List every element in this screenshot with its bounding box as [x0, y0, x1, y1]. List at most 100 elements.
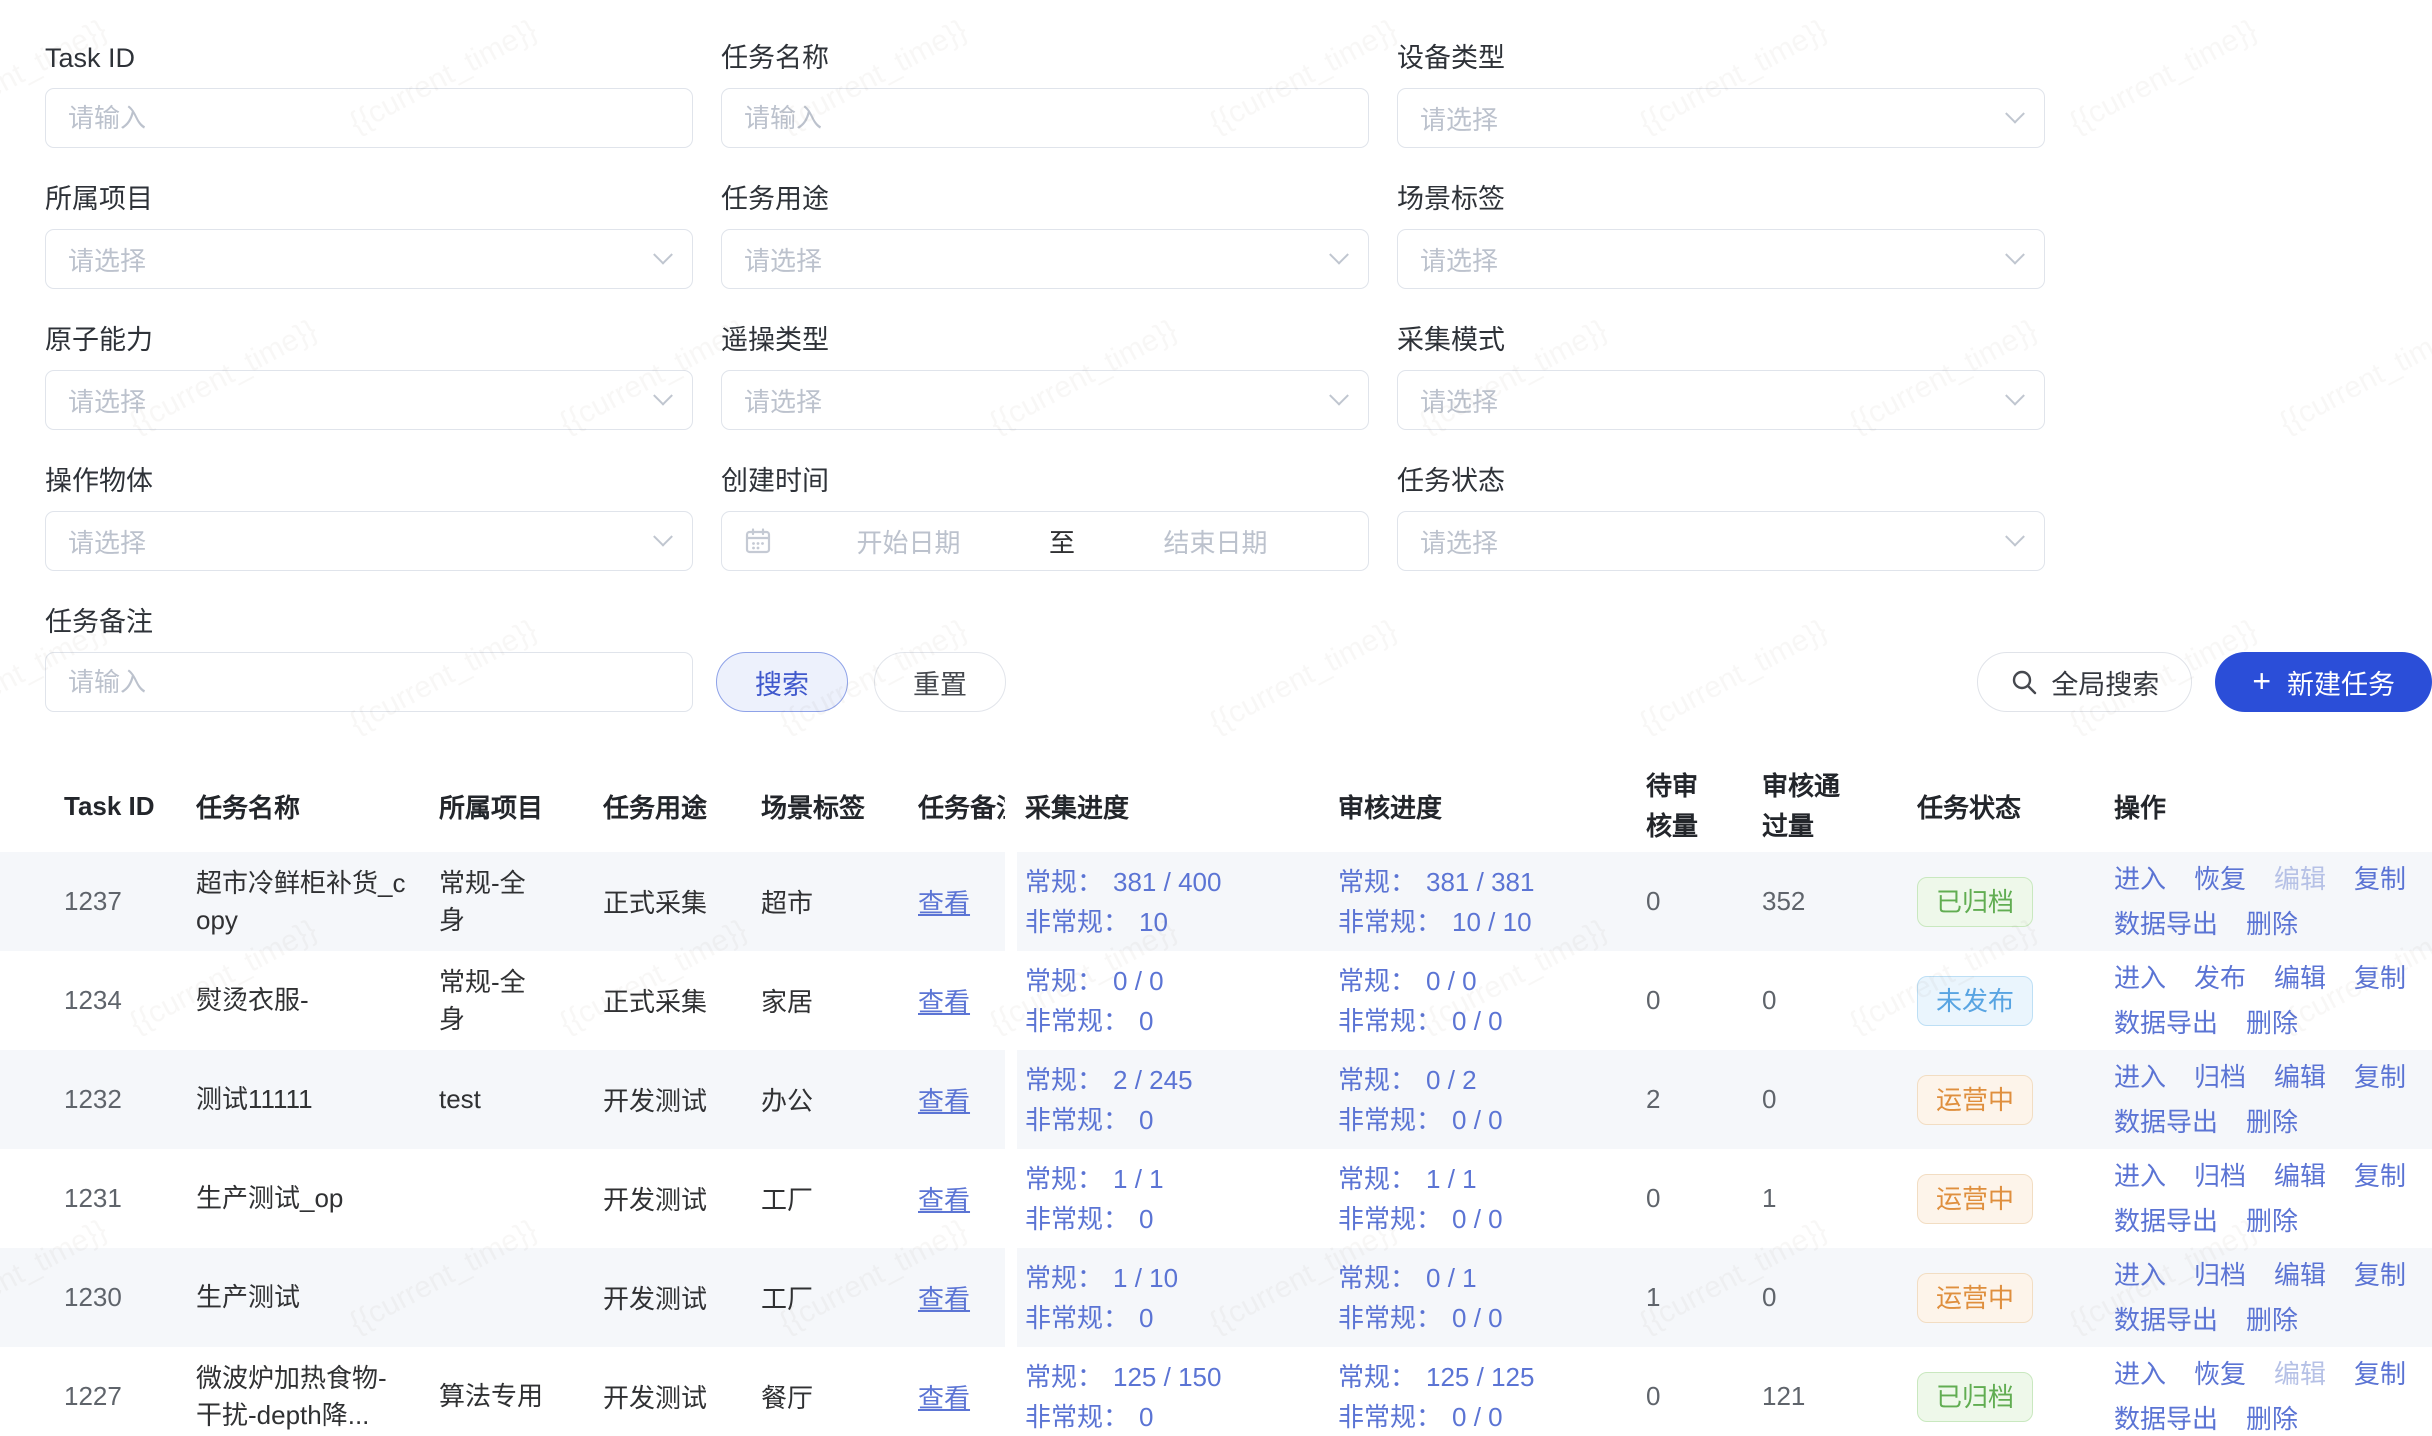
filter-select[interactable]: 请选择 [45, 370, 693, 430]
action-copy[interactable]: 复制 [2354, 1158, 2406, 1195]
action-enter[interactable]: 进入 [2114, 861, 2166, 898]
toolbar: 全局搜索 + 新建任务 [1977, 652, 2432, 712]
table-row: 1232 测试11111 test 开发测试 办公 查看 常规：2 / 245 … [0, 1050, 2432, 1149]
collect-progress-cell: 常规：0 / 0 非常规：0 [1025, 961, 1164, 1041]
search-button[interactable]: 搜索 [716, 652, 848, 712]
col-project: 所属项目 [439, 788, 603, 825]
row-actions: 进入发布编辑复制数据导出删除 [2114, 960, 2432, 1042]
pending-count-cell: 0 [1646, 1183, 1660, 1214]
filter-select[interactable]: 请选择 [1397, 370, 2045, 430]
view-note-link[interactable]: 查看 [918, 1081, 970, 1118]
task-name-cell: 熨烫衣服- [196, 982, 309, 1019]
action-copy[interactable]: 复制 [2354, 1257, 2406, 1294]
start-date-placeholder[interactable]: 开始日期 [778, 523, 1039, 560]
date-range-picker[interactable]: 开始日期 至 结束日期 [721, 511, 1369, 571]
fixed-column-gap [1005, 1050, 1017, 1149]
action-enter[interactable]: 进入 [2114, 1158, 2166, 1195]
action-copy[interactable]: 复制 [2354, 861, 2406, 898]
scene-cell: 办公 [761, 1081, 813, 1118]
chevron-down-icon [653, 527, 673, 547]
scene-cell: 工厂 [761, 1279, 813, 1316]
plus-icon: + [2252, 665, 2271, 697]
action-publish[interactable]: 发布 [2194, 960, 2246, 997]
filter-text-input[interactable] [68, 667, 670, 698]
fixed-column-gap [1005, 1149, 1017, 1248]
action-enter[interactable]: 进入 [2114, 960, 2166, 997]
filter-select[interactable]: 请选择 [721, 370, 1369, 430]
action-edit[interactable]: 编辑 [2274, 1257, 2326, 1294]
action-export[interactable]: 数据导出 [2114, 1401, 2218, 1436]
view-note-link[interactable]: 查看 [918, 883, 970, 920]
filter-select[interactable]: 请选择 [1397, 511, 2045, 571]
filter-select[interactable]: 请选择 [45, 511, 693, 571]
filter-select[interactable]: 请选择 [1397, 229, 2045, 289]
task-id-cell: 1232 [64, 1084, 122, 1115]
table-row: 1234 熨烫衣服- 常规-全身 正式采集 家居 查看 常规：0 / 0 非常规… [0, 951, 2432, 1050]
view-note-link[interactable]: 查看 [918, 1180, 970, 1217]
action-delete[interactable]: 删除 [2246, 1005, 2298, 1042]
action-enter[interactable]: 进入 [2114, 1356, 2166, 1393]
action-export[interactable]: 数据导出 [2114, 1203, 2218, 1240]
action-edit[interactable]: 编辑 [2274, 960, 2326, 997]
collect-progress-cell: 常规：1 / 1 非常规：0 [1025, 1159, 1164, 1239]
project-cell: 常规-全身 [439, 865, 545, 939]
approved-count-cell: 1 [1762, 1183, 1776, 1214]
filter-task-id: Task ID [45, 42, 693, 148]
reset-button[interactable]: 重置 [874, 652, 1006, 712]
review-progress-cell: 常规：381 / 381 非常规：10 / 10 [1338, 862, 1534, 942]
end-date-placeholder[interactable]: 结束日期 [1085, 523, 1346, 560]
view-note-link[interactable]: 查看 [918, 1279, 970, 1316]
view-note-link[interactable]: 查看 [918, 1378, 970, 1415]
new-task-button[interactable]: + 新建任务 [2215, 652, 2432, 712]
chevron-down-icon [1329, 386, 1349, 406]
action-export[interactable]: 数据导出 [2114, 1302, 2218, 1339]
action-delete[interactable]: 删除 [2246, 1401, 2298, 1436]
pending-count-cell: 2 [1646, 1084, 1660, 1115]
pending-count-cell: 0 [1646, 886, 1660, 917]
action-restore[interactable]: 恢复 [2194, 861, 2246, 898]
action-edit[interactable]: 编辑 [2274, 1059, 2326, 1096]
filter-select[interactable]: 请选择 [45, 229, 693, 289]
chevron-down-icon [2005, 104, 2025, 124]
chevron-down-icon [1329, 245, 1349, 265]
action-export[interactable]: 数据导出 [2114, 1005, 2218, 1042]
filter-label: 任务备注 [45, 606, 693, 638]
action-enter[interactable]: 进入 [2114, 1257, 2166, 1294]
global-search-button[interactable]: 全局搜索 [1977, 652, 2192, 712]
action-copy[interactable]: 复制 [2354, 1356, 2406, 1393]
action-delete[interactable]: 删除 [2246, 1104, 2298, 1141]
purpose-cell: 开发测试 [603, 1081, 707, 1118]
col-note: 任务备注 [918, 788, 1005, 825]
action-export[interactable]: 数据导出 [2114, 906, 2218, 943]
fixed-column-gap [1005, 1347, 1017, 1436]
action-archive[interactable]: 归档 [2194, 1257, 2246, 1294]
action-delete[interactable]: 删除 [2246, 1302, 2298, 1339]
search-icon [2010, 668, 2038, 696]
col-approved: 审核通过量 [1762, 766, 1917, 846]
purpose-cell: 正式采集 [603, 982, 707, 1019]
view-note-link[interactable]: 查看 [918, 982, 970, 1019]
action-copy[interactable]: 复制 [2354, 960, 2406, 997]
scene-cell: 餐厅 [761, 1378, 813, 1415]
action-enter[interactable]: 进入 [2114, 1059, 2166, 1096]
action-archive[interactable]: 归档 [2194, 1158, 2246, 1195]
action-delete[interactable]: 删除 [2246, 1203, 2298, 1240]
action-restore[interactable]: 恢复 [2194, 1356, 2246, 1393]
filter-text-input[interactable] [744, 103, 1346, 134]
action-export[interactable]: 数据导出 [2114, 1104, 2218, 1141]
collect-progress-cell: 常规：2 / 245 非常规：0 [1025, 1060, 1193, 1140]
project-cell: 算法专用 [439, 1378, 543, 1415]
action-edit[interactable]: 编辑 [2274, 1158, 2326, 1195]
filter-select[interactable]: 请选择 [721, 229, 1369, 289]
action-delete[interactable]: 删除 [2246, 906, 2298, 943]
col-task-name: 任务名称 [196, 788, 439, 825]
filter-select[interactable]: 请选择 [1397, 88, 2045, 148]
status-badge: 运营中 [1917, 1273, 2033, 1323]
filter-text-input[interactable] [68, 103, 670, 134]
task-table: Task ID 任务名称 所属项目 任务用途 场景标签 任务备注 采集进度 审核… [0, 760, 2432, 1436]
purpose-cell: 正式采集 [603, 883, 707, 920]
action-archive[interactable]: 归档 [2194, 1059, 2246, 1096]
calendar-icon [744, 527, 772, 555]
select-placeholder: 请选择 [68, 241, 656, 278]
action-copy[interactable]: 复制 [2354, 1059, 2406, 1096]
